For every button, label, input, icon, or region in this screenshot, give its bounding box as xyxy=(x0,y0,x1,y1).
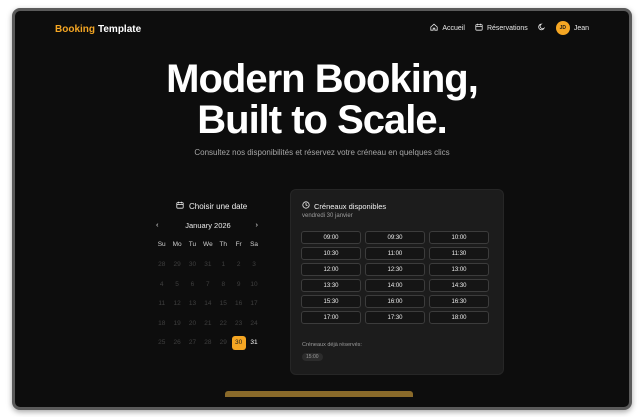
weekday-label: Su xyxy=(157,241,166,248)
time-slot-button[interactable]: 18:00 xyxy=(429,311,489,324)
day-cell-selected[interactable]: 30 xyxy=(231,335,246,350)
day-cell: 24 xyxy=(250,319,258,327)
moon-icon xyxy=(538,23,546,33)
booked-slot-chip: 15:00 xyxy=(302,353,323,361)
avatar: JD xyxy=(555,21,570,35)
month-label: January 2026 xyxy=(185,221,231,230)
day-cell: 27 xyxy=(188,339,197,347)
day-cell: 13 xyxy=(188,300,197,308)
month-navigation: ‹ January 2026 › xyxy=(156,220,259,232)
browser-window: Booking Template Accueil Réservations JD … xyxy=(12,8,632,410)
day-cell: 11 xyxy=(158,300,166,308)
calendar-icon xyxy=(475,23,483,33)
day-cell: 29 xyxy=(173,261,181,269)
calendar-grid: 28 29 30 31 1 2 3 4 5 6 7 8 9 10 11 12 13 14 15 16 17 18 19 20 2… xyxy=(154,255,262,353)
booked-slots-label: Créneaux déjà réservés: xyxy=(302,342,362,348)
time-slot-button[interactable]: 10:00 xyxy=(429,231,489,244)
clock-icon xyxy=(302,201,310,211)
time-slot-button[interactable]: 13:30 xyxy=(301,279,361,292)
day-cell: 19 xyxy=(173,319,181,327)
time-slot-button[interactable]: 15:30 xyxy=(301,295,361,308)
day-cell: 22 xyxy=(219,319,227,327)
time-slot-button[interactable]: 09:00 xyxy=(301,231,361,244)
time-slot-button[interactable]: 12:30 xyxy=(365,263,425,276)
calendar-icon xyxy=(176,201,184,211)
time-slot-button[interactable]: 11:30 xyxy=(429,247,489,260)
day-cell: 16 xyxy=(235,300,243,308)
hero-subtitle: Consultez nos disponibilités et réservez… xyxy=(194,148,450,157)
nav-link-reservations[interactable]: Réservations xyxy=(475,23,528,33)
brand-logo[interactable]: Booking Template xyxy=(55,24,141,35)
day-cell: 10 xyxy=(250,280,258,288)
day-cell: 23 xyxy=(235,319,243,327)
weekday-header: Su Mo Tu We Th Fr Sa xyxy=(154,241,262,248)
slots-title: Créneaux disponibles xyxy=(302,201,386,211)
weekday-label: Th xyxy=(219,241,228,248)
time-slot-button[interactable]: 16:30 xyxy=(429,295,489,308)
top-navbar: Booking Template Accueil Réservations JD … xyxy=(15,11,629,49)
brand-name: Template xyxy=(98,24,142,35)
weekday-label: Tu xyxy=(188,241,197,248)
time-slot-button[interactable]: 17:00 xyxy=(301,311,361,324)
user-menu[interactable]: JD Jean xyxy=(555,21,589,35)
next-month-button[interactable]: › xyxy=(256,220,259,229)
calendar-heading-label: Choisir une date xyxy=(189,201,248,211)
day-cell: 3 xyxy=(252,261,256,269)
nav-link-label: Accueil xyxy=(442,24,465,32)
day-cell: 30 xyxy=(188,261,197,269)
day-cell: 15 xyxy=(219,300,227,308)
time-slot-button[interactable]: 14:00 xyxy=(365,279,425,292)
weekday-label: Mo xyxy=(172,241,182,248)
day-cell: 4 xyxy=(159,280,164,288)
day-cell: 29 xyxy=(219,339,227,347)
day-cell: 14 xyxy=(204,300,212,308)
day-cell: 31 xyxy=(204,261,212,269)
day-cell: 25 xyxy=(158,339,166,347)
day-cell: 17 xyxy=(250,300,258,308)
weekday-label: Sa xyxy=(250,241,259,248)
hero-title-line2: Built to Scale. xyxy=(197,98,448,142)
brand-name-accent: Booking xyxy=(55,24,95,35)
day-cell: 8 xyxy=(221,280,226,288)
day-cell: 6 xyxy=(190,280,195,288)
nav-link-accueil[interactable]: Accueil xyxy=(430,23,465,33)
day-cell: 12 xyxy=(173,300,181,308)
day-cell: 21 xyxy=(204,319,212,327)
time-slot-button[interactable]: 14:30 xyxy=(429,279,489,292)
time-slots-panel: Créneaux disponibles vendredi 30 janvier… xyxy=(290,189,504,375)
time-slot-button[interactable]: 12:00 xyxy=(301,263,361,276)
weekday-label: Fr xyxy=(235,241,242,248)
time-slot-button[interactable]: 11:00 xyxy=(365,247,425,260)
theme-toggle-button[interactable] xyxy=(538,23,546,33)
calendar-heading: Choisir une date xyxy=(176,201,247,211)
user-name: Jean xyxy=(573,24,589,32)
day-cell: 2 xyxy=(236,261,241,269)
time-slot-button[interactable]: 10:30 xyxy=(301,247,361,260)
day-cell: 1 xyxy=(221,261,226,269)
weekday-label: We xyxy=(203,241,213,248)
selected-date: vendredi 30 janvier xyxy=(302,213,353,219)
nav-actions: Accueil Réservations JD Jean xyxy=(430,21,589,35)
day-cell: 9 xyxy=(236,280,241,288)
hero-title-line1: Modern Booking, xyxy=(166,57,479,101)
day-cell: 18 xyxy=(158,319,166,327)
home-icon xyxy=(430,23,438,33)
day-cell: 7 xyxy=(206,280,210,288)
day-cell[interactable]: 31 xyxy=(246,333,261,353)
bottom-action-bar[interactable] xyxy=(225,391,413,397)
day-cell: 28 xyxy=(158,261,166,269)
day-cell: 28 xyxy=(204,339,212,347)
day-cell: 20 xyxy=(188,319,197,327)
time-slot-button[interactable]: 09:30 xyxy=(365,231,425,244)
day-cell: 26 xyxy=(173,339,181,347)
time-slot-button[interactable]: 17:30 xyxy=(365,311,425,324)
time-slot-button[interactable]: 16:00 xyxy=(365,295,425,308)
slots-title-label: Créneaux disponibles xyxy=(314,201,387,211)
time-slot-button[interactable]: 13:00 xyxy=(429,263,489,276)
nav-link-label: Réservations xyxy=(486,24,528,32)
day-cell: 5 xyxy=(175,280,179,288)
hero-title: Modern Booking, Built to Scale. xyxy=(15,59,629,141)
slot-grid: 09:00 09:30 10:00 10:30 11:00 11:30 12:00 12:30… xyxy=(301,231,489,324)
